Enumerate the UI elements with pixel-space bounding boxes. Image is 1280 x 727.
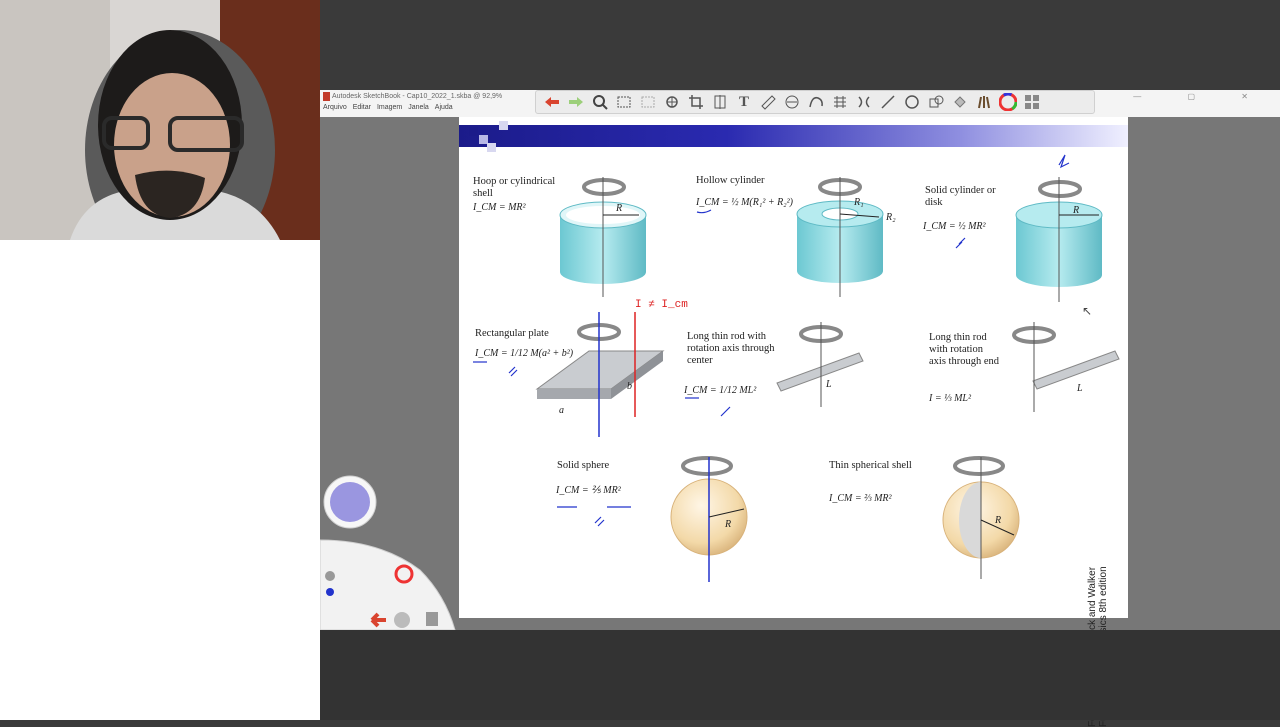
lagoon-shape (319, 475, 456, 631)
solid-sphere-figure (670, 457, 748, 582)
transform-icon[interactable] (662, 93, 682, 111)
crop-icon[interactable] (686, 93, 706, 111)
dim-L-end: L (1077, 383, 1083, 394)
solid-cylinder-figure (1015, 177, 1103, 302)
physics-figures (473, 154, 1120, 582)
circle-icon[interactable] (902, 93, 922, 111)
hoop-figure (559, 177, 647, 297)
brush-set-icon[interactable] (974, 93, 994, 111)
webcam-feed (0, 0, 320, 240)
rod-center-figure (776, 322, 864, 407)
shape-icon[interactable] (926, 93, 946, 111)
symmetry-icon[interactable] (710, 93, 730, 111)
menu-ajuda[interactable]: Ajuda (435, 104, 453, 111)
dim-R1: R₁ (854, 197, 864, 208)
rod-end-figure (1032, 322, 1120, 412)
lasso-icon[interactable] (638, 93, 658, 111)
app-logo-icon (323, 92, 330, 101)
line-icon[interactable] (878, 93, 898, 111)
window-controls[interactable]: — ▢ ✕ (1133, 92, 1270, 101)
dim-R-shell: R (995, 515, 1002, 526)
french-curve-icon[interactable] (806, 93, 826, 111)
lagoon-palette[interactable] (319, 470, 460, 631)
select-icon[interactable] (614, 93, 634, 111)
layers-icon[interactable] (1022, 93, 1042, 111)
hollow-cylinder-figure (796, 177, 884, 297)
dim-L: L (826, 379, 832, 390)
redo-icon[interactable] (566, 93, 586, 111)
presenter-video (0, 0, 320, 240)
top-dark-area (320, 0, 1280, 90)
window-title: Autodesk SketchBook - Cap10_2022_1.skba … (332, 93, 503, 100)
dim-R: R (616, 203, 623, 214)
blank-panel (0, 240, 320, 720)
mouse-cursor-icon: ↖ (1082, 304, 1093, 318)
dim-R-sphere: R (725, 519, 732, 530)
text-icon[interactable]: T (734, 93, 754, 111)
thin-spherical-shell-figure (942, 457, 1020, 579)
ruler-icon[interactable] (758, 93, 778, 111)
dim-R-solid: R (1073, 205, 1080, 216)
maximize-button[interactable]: ▢ (1188, 92, 1218, 101)
dim-R2: R₂ (886, 212, 896, 223)
perspective-icon[interactable] (830, 93, 850, 111)
zoom-icon[interactable] (590, 93, 610, 111)
handwritten-note: I ≠ I_cm (635, 299, 688, 311)
menu-janela[interactable]: Janela (408, 104, 429, 111)
minimize-button[interactable]: — (1133, 92, 1163, 101)
rectangular-plate-figure (535, 312, 665, 437)
distort-icon[interactable] (854, 93, 874, 111)
menu-imagem[interactable]: Imagem (377, 104, 402, 111)
undo-icon[interactable] (542, 93, 562, 111)
menu-editar[interactable]: Editar (353, 104, 371, 111)
fill-icon[interactable] (950, 93, 970, 111)
color-wheel-icon[interactable] (998, 93, 1018, 111)
menu-arquivo[interactable]: Arquivo (323, 104, 347, 111)
slide-image: Hoop or cylindrical shell I_CM = MR² Hol… (459, 117, 1128, 727)
bottom-dark-area (320, 630, 1280, 720)
ellipse-guide-icon[interactable] (782, 93, 802, 111)
main-toolbar: T (535, 90, 1095, 114)
close-button[interactable]: ✕ (1241, 92, 1270, 101)
dim-a: a (559, 405, 564, 416)
dim-b: b (627, 381, 632, 392)
